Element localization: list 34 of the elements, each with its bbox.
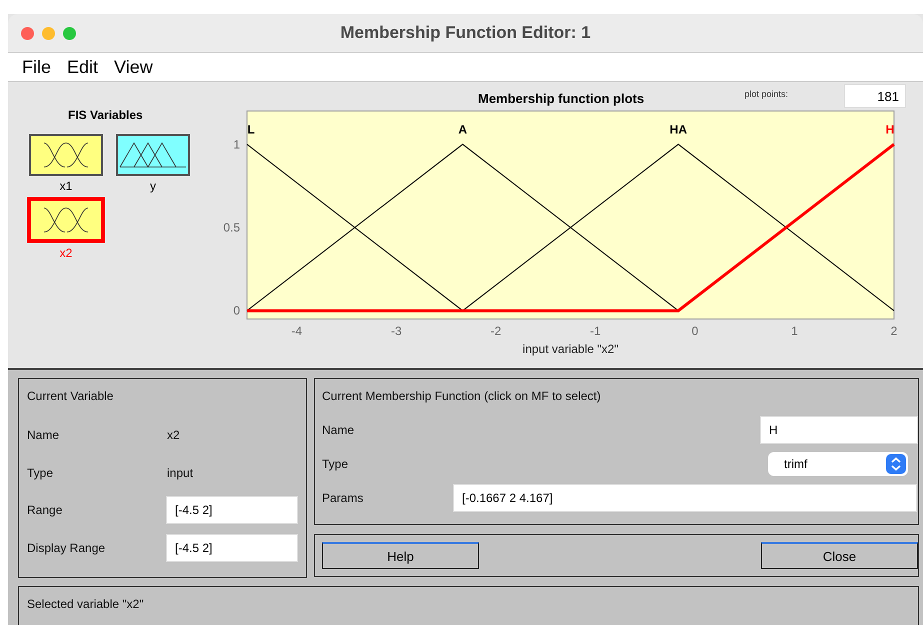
field-label: Type xyxy=(27,466,54,480)
variable-label: y xyxy=(150,179,156,193)
tick-label: 1 xyxy=(791,324,798,338)
tick-label: 0.5 xyxy=(223,220,240,234)
panel-title: Current Membership Function (click on MF to select) xyxy=(322,389,602,405)
field-value: input xyxy=(167,466,194,480)
mf-label: A xyxy=(458,122,467,136)
field-label: Params xyxy=(322,491,364,505)
field-label: Display Range xyxy=(27,541,106,556)
field-label: Type xyxy=(322,457,350,471)
tick-label: -2 xyxy=(490,324,502,338)
status-text: Selected variable "x2" xyxy=(27,597,144,611)
variable-label: x1 xyxy=(60,179,72,193)
tick-label: 0 xyxy=(692,324,698,338)
chart-title: Membership function plots xyxy=(478,91,644,106)
panel-title: Current Variable xyxy=(27,389,114,405)
plot-points-label: plot points: xyxy=(744,89,788,99)
field-label: Name xyxy=(27,428,60,442)
variable-label: x2 xyxy=(60,246,72,260)
tick-label: 1 xyxy=(233,137,240,152)
tick-label: -4 xyxy=(291,324,302,338)
window-title: Membership Function Editor: 1 xyxy=(340,23,591,43)
field-label: Name xyxy=(322,423,356,437)
section-title: FIS Variables xyxy=(68,108,143,122)
mf-label: HA xyxy=(670,122,687,136)
tick-label: -1 xyxy=(590,324,601,338)
mf-label: L xyxy=(247,122,255,136)
tick-label: -3 xyxy=(390,324,402,338)
field-value: x2 xyxy=(167,428,180,442)
field-label: Range xyxy=(27,503,64,518)
axis-label: input variable "x2" xyxy=(522,342,618,356)
tick-label: 2 xyxy=(890,324,898,338)
tick-label: 0 xyxy=(233,304,240,318)
mf-label: H xyxy=(886,122,894,136)
